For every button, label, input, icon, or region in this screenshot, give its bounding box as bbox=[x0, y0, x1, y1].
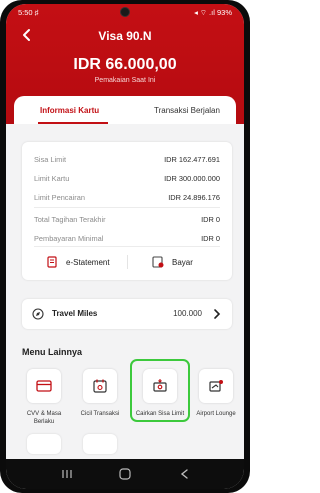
row-value: IDR 0 bbox=[201, 215, 220, 224]
bayar-button[interactable]: Bayar bbox=[152, 249, 193, 275]
button-separator bbox=[127, 255, 128, 269]
tab-informasi-kartu[interactable]: Informasi Kartu bbox=[40, 106, 99, 115]
menu-item-label: Airport Lounge bbox=[196, 411, 236, 417]
menu-item-partial bbox=[27, 434, 61, 454]
menu-item-label: Cicil Transaksi bbox=[80, 411, 120, 417]
menu-item-cicil[interactable]: Cicil Transaksi bbox=[76, 369, 124, 439]
menu-icon-box bbox=[27, 369, 61, 403]
menu-item-cairkan[interactable]: Cairkan Sisa Limit bbox=[136, 369, 184, 439]
row-value: IDR 0 bbox=[201, 234, 220, 243]
status-time: 5:50 ♯ bbox=[18, 8, 39, 17]
compass-icon bbox=[32, 308, 44, 320]
row-value: IDR 162.477.691 bbox=[164, 155, 220, 164]
cash-icon bbox=[153, 379, 167, 392]
row-label: Total Tagihan Terakhir bbox=[34, 215, 106, 224]
row-label: Pembayaran Minimal bbox=[34, 234, 104, 243]
row-label: Sisa Limit bbox=[34, 155, 67, 164]
header: 5:50 ♯ ◂ ⌔ .ıl 93% Visa 90.N IDR 66.000,… bbox=[6, 4, 244, 124]
status-icons: ◂ ⌔ .ıl 93% bbox=[194, 8, 232, 17]
tab-transaksi-berjalan[interactable]: Transaksi Berjalan bbox=[154, 106, 220, 115]
calendar-icon bbox=[93, 379, 107, 393]
phone-frame: 5:50 ♯ ◂ ⌔ .ıl 93% Visa 90.N IDR 66.000,… bbox=[0, 0, 250, 493]
travel-miles-row[interactable]: Travel Miles 100.000 bbox=[22, 299, 232, 329]
travel-miles-label: Travel Miles bbox=[52, 309, 98, 318]
menu-item-label: Cairkan Sisa Limit bbox=[135, 411, 185, 417]
active-tab-indicator bbox=[38, 122, 108, 124]
payment-icon bbox=[152, 256, 164, 268]
back-nav-icon[interactable] bbox=[178, 468, 192, 480]
divider bbox=[34, 246, 220, 247]
row-value: IDR 300.000.000 bbox=[164, 174, 220, 183]
e-statement-label: e-Statement bbox=[66, 257, 110, 267]
tab-bar: Informasi Kartu Transaksi Berjalan bbox=[14, 96, 236, 124]
e-statement-button[interactable]: e-Statement bbox=[46, 249, 110, 275]
document-icon bbox=[47, 256, 57, 268]
menu-icon-box bbox=[199, 369, 233, 403]
row-value: IDR 24.896.176 bbox=[168, 193, 220, 202]
travel-miles-value: 100.000 bbox=[173, 309, 202, 318]
card-info-panel: Sisa Limit IDR 162.477.691 Limit Kartu I… bbox=[22, 142, 232, 280]
row-label: Limit Pencairan bbox=[34, 193, 85, 202]
menu-item-airport-lounge[interactable]: Airport Lounge bbox=[192, 369, 240, 439]
card-actions: e-Statement Bayar bbox=[22, 249, 232, 275]
current-usage-amount: IDR 66.000,00 bbox=[73, 56, 177, 73]
menu-icon-box bbox=[143, 369, 177, 403]
page-title: Visa 90.N bbox=[98, 29, 152, 43]
menu-icon-box bbox=[83, 369, 117, 403]
chevron-right-icon bbox=[214, 309, 221, 319]
menu-item-partial bbox=[83, 434, 117, 454]
menu-item-cvv[interactable]: CVV & Masa Berlaku bbox=[20, 369, 68, 439]
current-usage-label: Pemakaian Saat Ini bbox=[94, 77, 156, 84]
divider bbox=[34, 207, 220, 208]
camera-cutout bbox=[120, 7, 130, 17]
screen: 5:50 ♯ ◂ ⌔ .ıl 93% Visa 90.N IDR 66.000,… bbox=[6, 4, 244, 489]
home-icon[interactable] bbox=[118, 468, 132, 480]
menu-item-label: CVV & Masa Berlaku bbox=[26, 411, 62, 425]
menu-title: Menu Lainnya bbox=[22, 347, 83, 357]
card-icon bbox=[36, 380, 52, 392]
row-label: Limit Kartu bbox=[34, 174, 70, 183]
lounge-icon bbox=[209, 380, 223, 392]
recent-apps-icon[interactable] bbox=[60, 468, 74, 480]
bayar-label: Bayar bbox=[172, 257, 193, 267]
system-nav-bar bbox=[6, 459, 244, 489]
